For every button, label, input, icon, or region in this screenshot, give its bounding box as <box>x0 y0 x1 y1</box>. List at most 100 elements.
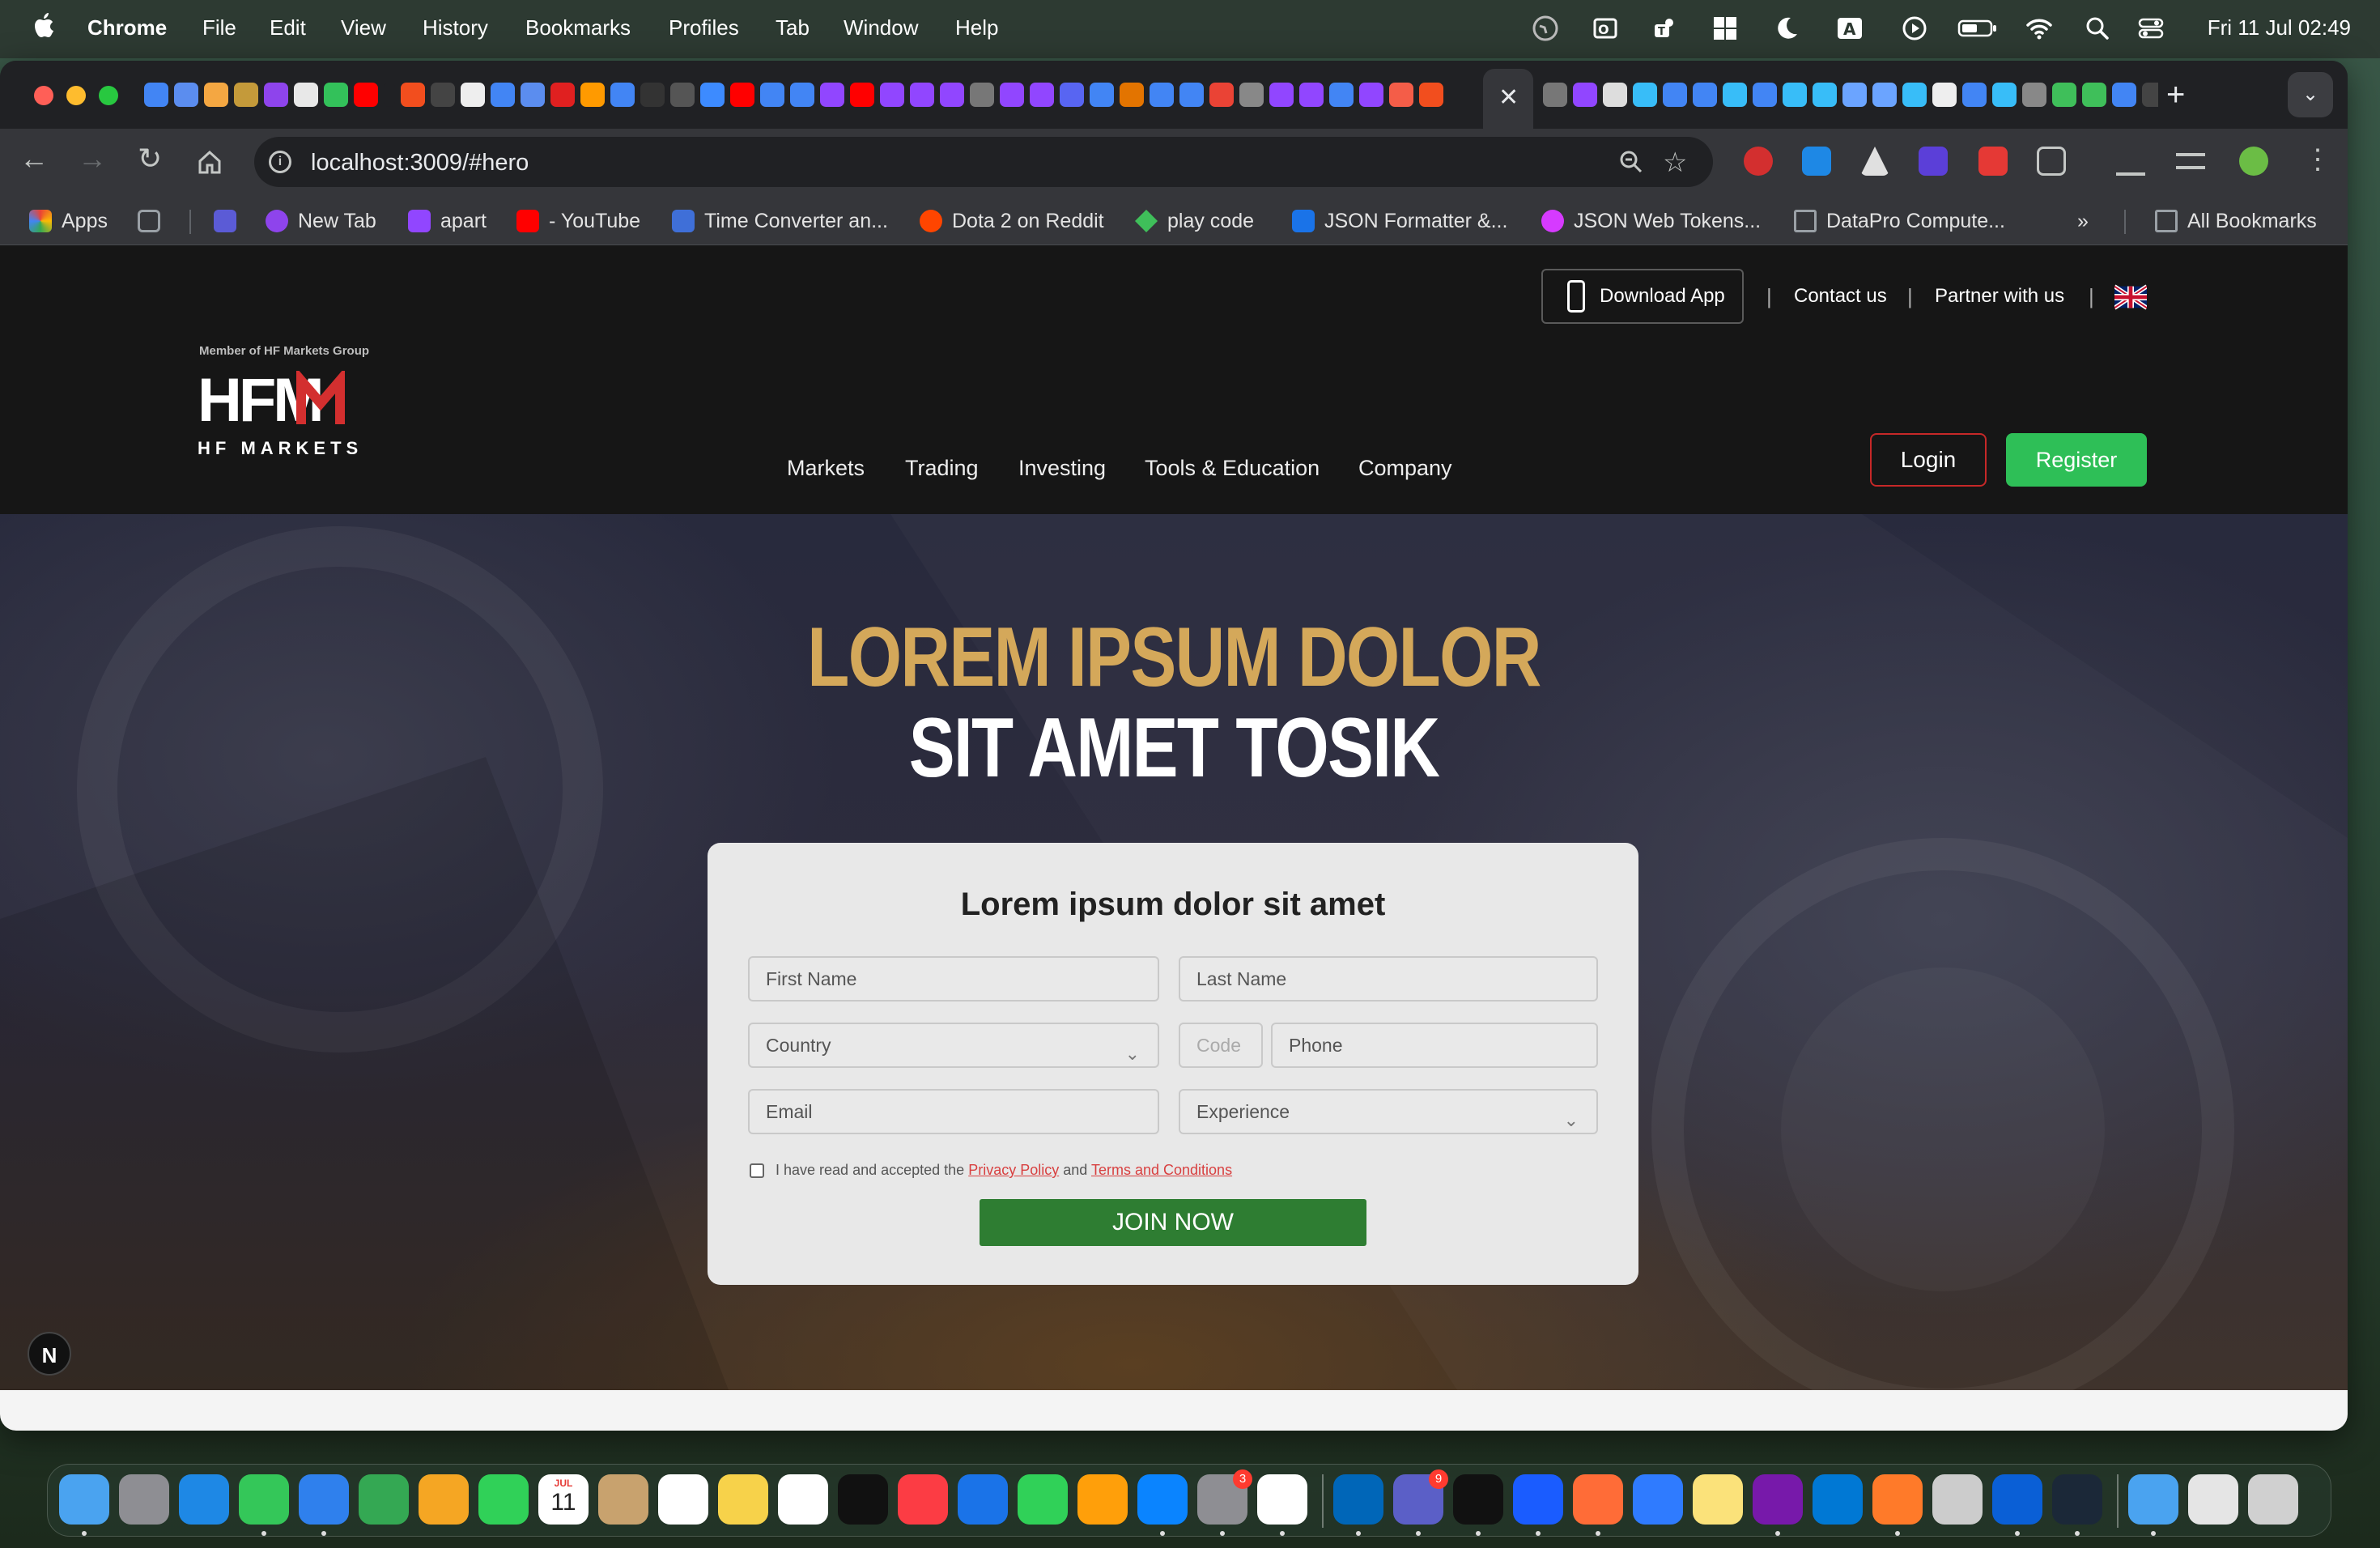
uk-flag-icon[interactable] <box>2114 283 2147 312</box>
zoom-icon[interactable] <box>1617 148 1645 176</box>
register-button[interactable]: Register <box>2006 433 2147 487</box>
privacy-policy-link[interactable]: Privacy Policy <box>968 1162 1059 1178</box>
tab-favicon[interactable] <box>521 83 545 107</box>
tab-favicon[interactable] <box>790 83 814 107</box>
dock-contacts-icon[interactable] <box>598 1474 648 1525</box>
dock-messages-icon[interactable] <box>239 1474 289 1525</box>
address-bar[interactable]: i localhost:3009/#hero ☆ <box>254 137 1713 187</box>
moon-icon[interactable] <box>1773 15 1800 42</box>
tab-favicon[interactable] <box>1902 83 1927 107</box>
dock-downloads-icon[interactable] <box>2128 1474 2178 1525</box>
more-bookmarks-button[interactable]: » <box>2077 205 2089 237</box>
bookmark-apps[interactable]: Apps <box>29 205 108 237</box>
download-extension-icon[interactable] <box>1802 147 1831 176</box>
dock-pen-icon[interactable] <box>1872 1474 1923 1525</box>
reload-icon[interactable]: ↻ <box>138 142 162 176</box>
tab-favicon[interactable] <box>431 83 455 107</box>
tab-favicon[interactable] <box>640 83 665 107</box>
dock-teams-icon[interactable]: 9 <box>1393 1469 1448 1525</box>
zoom-window-button[interactable] <box>99 86 118 105</box>
tab-favicon[interactable] <box>730 83 754 107</box>
active-tab[interactable]: ✕ <box>1483 69 1533 129</box>
tab-favicon[interactable] <box>970 83 994 107</box>
dock-music-icon[interactable] <box>898 1474 948 1525</box>
country-select[interactable]: Country ⌄ <box>748 1023 1159 1068</box>
dock-finder-window-icon[interactable] <box>2188 1474 2238 1525</box>
vpn-icon[interactable] <box>1532 15 1559 42</box>
first-name-field[interactable]: First Name <box>748 956 1159 1002</box>
terms-conditions-link[interactable]: Terms and Conditions <box>1091 1162 1232 1178</box>
apple-logo-icon[interactable] <box>31 11 55 40</box>
triangle-extension-icon[interactable] <box>1860 147 1889 176</box>
tab-favicon[interactable] <box>1120 83 1144 107</box>
phone-field[interactable]: Phone <box>1271 1023 1598 1068</box>
tab-favicon[interactable] <box>1269 83 1294 107</box>
all-bookmarks-folder[interactable]: All Bookmarks <box>2155 205 2317 237</box>
dock-onenote-icon[interactable] <box>1753 1474 1803 1525</box>
bookmark-tab-groups[interactable] <box>138 205 160 237</box>
input-source-icon[interactable]: A <box>1836 15 1864 42</box>
tab-favicon[interactable] <box>1633 83 1657 107</box>
menu-bookmarks[interactable]: Bookmarks <box>525 15 631 40</box>
dock-launchpad-icon[interactable] <box>119 1474 169 1525</box>
dock-vscode-icon[interactable] <box>1333 1474 1383 1525</box>
menu-history[interactable]: History <box>423 15 488 40</box>
tab-favicon[interactable] <box>670 83 695 107</box>
tab-favicon[interactable] <box>1150 83 1174 107</box>
tab-favicon[interactable] <box>234 83 258 107</box>
tab-favicon[interactable] <box>204 83 228 107</box>
bookmark-play-code[interactable]: play code <box>1135 205 1254 237</box>
partner-link[interactable]: Partner with us <box>1935 285 2064 308</box>
profile-avatar-icon[interactable] <box>2239 147 2268 176</box>
polygon-extension-icon[interactable] <box>1919 147 1948 176</box>
tab-favicon[interactable] <box>354 83 378 107</box>
phone-code-field[interactable]: Code <box>1179 1023 1263 1068</box>
tab-favicon[interactable] <box>1693 83 1717 107</box>
last-name-field[interactable]: Last Name <box>1179 956 1598 1002</box>
contact-us-link[interactable]: Contact us <box>1794 285 1887 308</box>
tab-favicon[interactable] <box>1872 83 1897 107</box>
dock-maps-pin-icon[interactable] <box>1633 1474 1683 1525</box>
nav-markets[interactable]: Markets <box>787 456 865 481</box>
menu-file[interactable]: File <box>202 15 236 40</box>
tab-favicon[interactable] <box>1543 83 1567 107</box>
dock-pages-icon[interactable] <box>1077 1474 1128 1525</box>
dock-mail-icon[interactable] <box>299 1474 349 1525</box>
bookmark-jwt[interactable]: JSON Web Tokens... <box>1541 205 1761 237</box>
nav-company[interactable]: Company <box>1358 456 1452 481</box>
nextjs-devtools-button[interactable]: N <box>28 1332 71 1376</box>
dock-reminders-icon[interactable] <box>658 1474 708 1525</box>
extensions-puzzle-icon[interactable] <box>2037 147 2066 176</box>
bookmark-time-converter[interactable]: Time Converter an... <box>672 205 888 237</box>
menu-help[interactable]: Help <box>955 15 998 40</box>
play-icon[interactable] <box>1901 15 1928 42</box>
tab-favicon[interactable] <box>1030 83 1054 107</box>
tab-favicon[interactable] <box>1389 83 1413 107</box>
tab-favicon[interactable] <box>1723 83 1747 107</box>
experience-select[interactable]: Experience ⌄ <box>1179 1089 1598 1134</box>
close-tab-icon[interactable]: ✕ <box>1498 83 1519 112</box>
new-tab-button[interactable]: + <box>2166 77 2185 113</box>
reading-list-icon[interactable] <box>2176 153 2205 169</box>
tab-favicon[interactable] <box>760 83 784 107</box>
tab-favicon[interactable] <box>1783 83 1807 107</box>
dock-steam-icon[interactable] <box>2052 1474 2102 1525</box>
tab-favicon[interactable] <box>940 83 964 107</box>
downloads-icon[interactable] <box>2116 147 2145 176</box>
tab-favicon[interactable] <box>1663 83 1687 107</box>
home-icon[interactable] <box>196 148 223 176</box>
menu-tab[interactable]: Tab <box>776 15 810 40</box>
dock-windows-app-icon[interactable] <box>1992 1474 2042 1525</box>
bookmark-new-tab[interactable]: New Tab <box>266 205 376 237</box>
tab-favicon[interactable] <box>1090 83 1114 107</box>
menu-edit[interactable]: Edit <box>270 15 306 40</box>
dock-numbers-icon[interactable] <box>1018 1474 1068 1525</box>
tab-favicon[interactable] <box>1329 83 1354 107</box>
tab-favicon[interactable] <box>1842 83 1867 107</box>
dock-chrome-icon[interactable] <box>1257 1474 1307 1525</box>
tab-favicon[interactable] <box>550 83 575 107</box>
dock-app-store-icon[interactable] <box>1137 1474 1188 1525</box>
dock-safari-icon[interactable] <box>179 1474 229 1525</box>
bookmark-dota-reddit[interactable]: Dota 2 on Reddit <box>920 205 1104 237</box>
tab-favicon[interactable] <box>1753 83 1777 107</box>
